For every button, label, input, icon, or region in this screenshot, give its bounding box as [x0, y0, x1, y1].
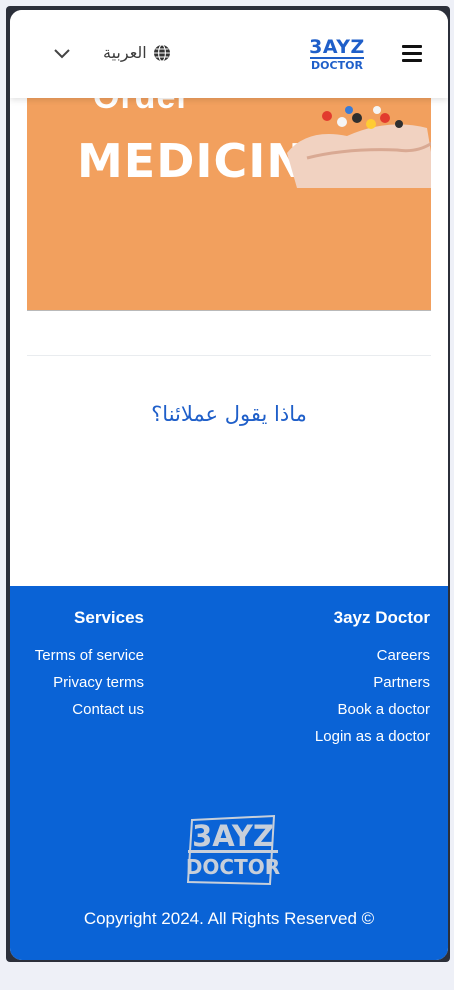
- hamburger-menu-icon[interactable]: [402, 45, 422, 62]
- testimonials-heading: ماذا يقول عملائنا؟: [151, 402, 307, 426]
- footer-link-privacy[interactable]: Privacy terms: [27, 669, 144, 696]
- language-label: العربية: [103, 43, 147, 62]
- footer-services-column: Services Terms of service Privacy terms …: [27, 607, 144, 723]
- chevron-down-icon[interactable]: [52, 44, 72, 64]
- footer-link-careers[interactable]: Careers: [260, 642, 430, 669]
- footer-link-contact[interactable]: Contact us: [27, 696, 144, 723]
- footer-services-heading: Services: [74, 608, 144, 627]
- footer-link-terms[interactable]: Terms of service: [27, 642, 144, 669]
- footer-link-book-doctor[interactable]: Book a doctor: [260, 696, 430, 723]
- logo-text-line2: DOCTOR: [311, 59, 363, 72]
- brand-logo[interactable]: 3AYZ DOCTOR: [308, 38, 366, 74]
- page-viewport: العربية 3AYZ DOCTOR Order MEDICINE: [10, 10, 448, 960]
- site-footer: Services Terms of service Privacy terms …: [10, 586, 448, 960]
- footer-company-column: 3ayz Doctor Careers Partners Book a doct…: [260, 607, 430, 750]
- footer-logo[interactable]: 3AYZ DOCTOR: [178, 814, 288, 886]
- hands-with-pills-icon: [287, 106, 431, 188]
- language-switcher[interactable]: العربية: [103, 43, 171, 62]
- footer-logo-line2: DOCTOR: [186, 855, 280, 879]
- globe-icon: [153, 43, 170, 62]
- footer-link-partners[interactable]: Partners: [260, 669, 430, 696]
- footer-company-heading: 3ayz Doctor: [333, 608, 430, 627]
- logo-divider: [310, 57, 364, 59]
- top-nav-bar: العربية 3AYZ DOCTOR: [10, 10, 448, 98]
- copyright-text: Copyright 2024. All Rights Reserved ©: [83, 909, 375, 928]
- logo-text-line1: 3AYZ: [309, 36, 365, 58]
- banner-partial-text: Order: [93, 98, 191, 117]
- promo-banner[interactable]: Order MEDICINE: [27, 98, 431, 311]
- section-divider: [27, 355, 431, 356]
- footer-logo-line1: 3AYZ: [192, 819, 274, 853]
- footer-link-login-doctor[interactable]: Login as a doctor: [260, 723, 430, 750]
